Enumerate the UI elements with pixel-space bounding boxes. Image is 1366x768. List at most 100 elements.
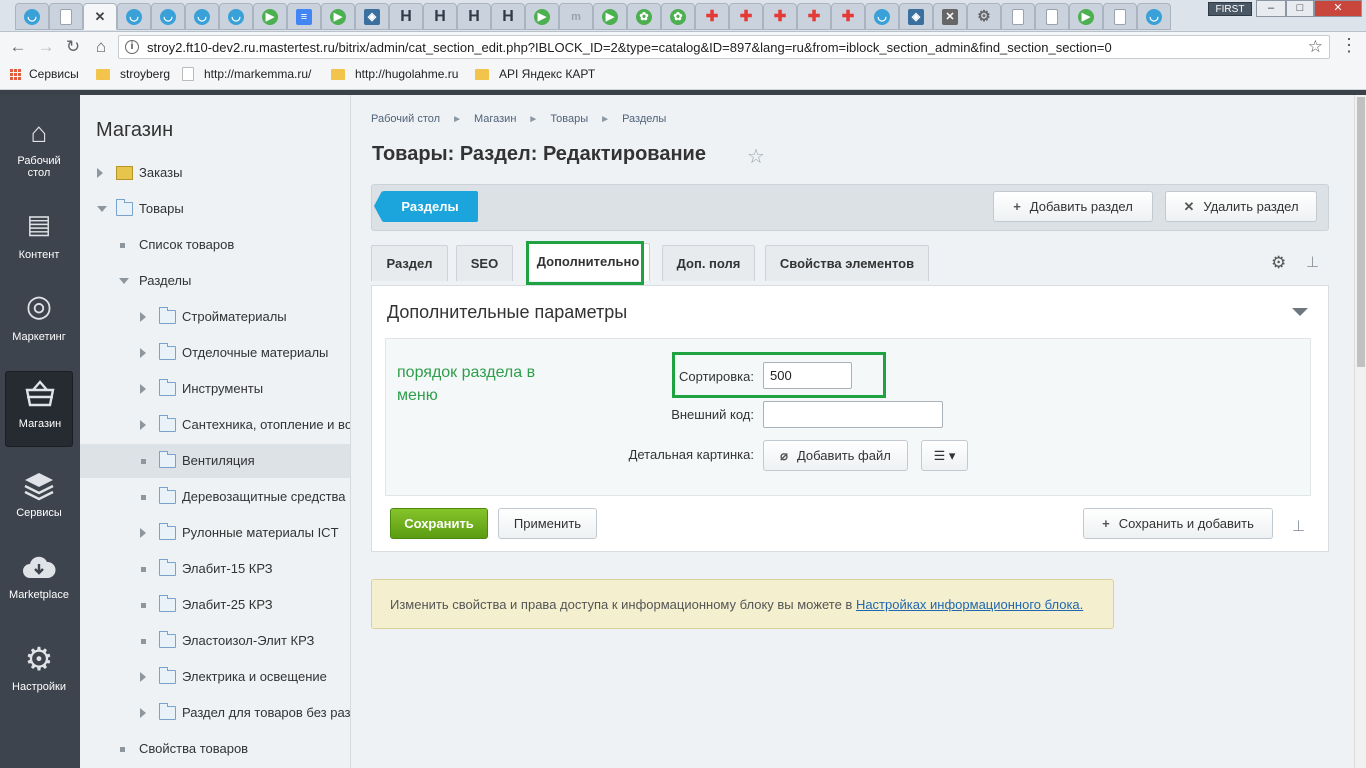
browser-tab[interactable]: ▶ xyxy=(593,3,627,30)
browser-tab[interactable]: H xyxy=(491,3,525,30)
browser-tab[interactable]: ◡ xyxy=(865,3,899,30)
add-file-button[interactable]: ⌀ Добавить файл xyxy=(763,440,908,471)
browser-tab[interactable] xyxy=(1001,3,1035,30)
save-and-add-button[interactable]: + Сохранить и добавить xyxy=(1083,508,1273,539)
breadcrumb-item[interactable]: Разделы xyxy=(622,113,666,125)
pin-icon[interactable]: ⊥ xyxy=(1306,253,1319,271)
sidebar-item-content[interactable]: ▤ Контент xyxy=(5,205,73,281)
tree-item[interactable]: Товары xyxy=(80,192,350,226)
browser-tab[interactable]: ✚ xyxy=(797,3,831,30)
browser-tab[interactable]: ▶ xyxy=(253,3,287,30)
chevron-right-icon[interactable] xyxy=(140,708,146,718)
favorite-star-icon[interactable]: ☆ xyxy=(747,144,765,169)
pin-icon[interactable]: ⊥ xyxy=(1292,517,1305,535)
tree-item[interactable]: Заказы xyxy=(80,156,350,190)
save-button[interactable]: Сохранить xyxy=(390,508,488,539)
sidebar-item-services[interactable]: Сервисы xyxy=(5,467,73,543)
browser-tab[interactable]: ⚙ xyxy=(967,3,1001,30)
tree-item[interactable]: Свойства товаров xyxy=(80,732,350,766)
browser-tab[interactable]: m xyxy=(559,3,593,30)
tab-extra-fields[interactable]: Доп. поля xyxy=(662,245,755,281)
tab-element-properties[interactable]: Свойства элементов xyxy=(765,245,929,281)
sidebar-item-settings[interactable]: ⚙ Настройки xyxy=(5,640,73,716)
browser-tab[interactable]: ◡ xyxy=(219,3,253,30)
sections-button[interactable]: Разделы xyxy=(374,191,478,222)
browser-tab[interactable]: ✿ xyxy=(661,3,695,30)
browser-tab[interactable]: ◡ xyxy=(185,3,219,30)
chevron-right-icon[interactable] xyxy=(140,420,146,430)
bookmark-hugolahme[interactable]: http://hugolahme.ru xyxy=(331,67,458,81)
bookmark-markemma[interactable]: http://markemma.ru/ xyxy=(182,67,311,81)
browser-tab[interactable]: ◡ xyxy=(1137,3,1171,30)
browser-tab[interactable]: ✚ xyxy=(831,3,865,30)
tree-item[interactable]: Электрика и освещение xyxy=(80,660,350,694)
browser-tab[interactable]: H xyxy=(389,3,423,30)
info-icon[interactable]: i xyxy=(125,40,139,54)
maximize-button[interactable]: □ xyxy=(1286,0,1314,17)
chevron-down-icon[interactable] xyxy=(1292,308,1308,316)
tree-item[interactable]: Разделы xyxy=(80,264,350,298)
bookmark-star-icon[interactable]: ☆ xyxy=(1308,37,1323,57)
sidebar-item-marketplace[interactable]: Marketplace xyxy=(5,550,73,626)
forward-icon[interactable]: → xyxy=(36,37,56,57)
tree-item[interactable]: Инструменты xyxy=(80,372,350,406)
iblock-settings-link[interactable]: Настройках информационного блока. xyxy=(856,597,1083,612)
browser-tab[interactable]: ✕ xyxy=(933,3,967,30)
sidebar-item-shop[interactable]: Магазин xyxy=(5,371,73,447)
gear-icon[interactable]: ⚙ xyxy=(1271,253,1286,273)
browser-tab[interactable]: ▶ xyxy=(525,3,559,30)
chevron-right-icon[interactable] xyxy=(140,312,146,322)
browser-tab[interactable]: H xyxy=(423,3,457,30)
apply-button[interactable]: Применить xyxy=(498,508,597,539)
scrollbar-thumb[interactable] xyxy=(1357,97,1365,367)
tree-item[interactable]: Раздел для товаров без раз xyxy=(80,696,350,730)
tree-item[interactable]: Отделочные материалы xyxy=(80,336,350,370)
browser-tab[interactable]: ✚ xyxy=(763,3,797,30)
file-menu-button[interactable]: ☰ ▾ xyxy=(921,440,968,471)
sidebar-item-marketing[interactable]: ◎ Маркетинг xyxy=(5,287,73,363)
minimize-button[interactable]: – xyxy=(1256,0,1286,17)
chevron-right-icon[interactable] xyxy=(140,384,146,394)
reload-icon[interactable]: ↻ xyxy=(63,37,83,57)
delete-section-button[interactable]: ✕ Удалить раздел xyxy=(1165,191,1317,222)
browser-menu-icon[interactable]: ⋮ xyxy=(1340,36,1358,54)
browser-tab[interactable]: ◈ xyxy=(355,3,389,30)
home-icon[interactable]: ⌂ xyxy=(91,37,111,57)
browser-tab[interactable] xyxy=(1035,3,1069,30)
tree-item[interactable]: Вентиляция xyxy=(80,444,350,478)
back-icon[interactable]: ← xyxy=(8,37,28,57)
page-scrollbar[interactable] xyxy=(1354,95,1366,768)
breadcrumb-item[interactable]: Рабочий стол xyxy=(371,113,440,125)
address-bar[interactable]: i stroy2.ft10-dev2.ru.mastertest.ru/bitr… xyxy=(118,35,1330,59)
browser-tab[interactable]: ◡ xyxy=(15,3,49,30)
browser-tab[interactable]: ▶ xyxy=(321,3,355,30)
browser-tab[interactable]: ▶ xyxy=(1069,3,1103,30)
browser-tab[interactable]: ◈ xyxy=(899,3,933,30)
breadcrumb-item[interactable]: Товары xyxy=(550,113,588,125)
browser-tab[interactable]: ✚ xyxy=(695,3,729,30)
browser-tab[interactable]: ◡ xyxy=(151,3,185,30)
browser-tab[interactable] xyxy=(49,3,83,30)
external-code-input[interactable] xyxy=(763,401,943,428)
breadcrumb-item[interactable]: Магазин xyxy=(474,113,516,125)
chevron-down-icon[interactable] xyxy=(97,206,107,212)
add-section-button[interactable]: + Добавить раздел xyxy=(993,191,1153,222)
tree-item[interactable]: Деревозащитные средства xyxy=(80,480,350,514)
chevron-right-icon[interactable] xyxy=(140,528,146,538)
browser-tab[interactable] xyxy=(1103,3,1137,30)
tree-item[interactable]: Сантехника, отопление и во xyxy=(80,408,350,442)
window-close-button[interactable]: ✕ xyxy=(1314,0,1362,17)
chevron-right-icon[interactable] xyxy=(140,672,146,682)
bookmark-yandex-api[interactable]: API Яндекс КАРТ xyxy=(475,67,595,81)
browser-tab[interactable]: ✕ xyxy=(83,3,117,30)
tab-section[interactable]: Раздел xyxy=(371,245,448,281)
bookmark-apps[interactable]: Сервисы xyxy=(10,67,79,81)
tree-item[interactable]: Элабит-25 КРЗ xyxy=(80,588,350,622)
tree-item[interactable]: Стройматериалы xyxy=(80,300,350,334)
tree-item[interactable]: Список товаров xyxy=(80,228,350,262)
browser-tab[interactable]: ✚ xyxy=(729,3,763,30)
browser-tab[interactable]: ◡ xyxy=(117,3,151,30)
chevron-right-icon[interactable] xyxy=(140,348,146,358)
browser-tab[interactable]: ≡ xyxy=(287,3,321,30)
chevron-right-icon[interactable] xyxy=(97,168,103,178)
